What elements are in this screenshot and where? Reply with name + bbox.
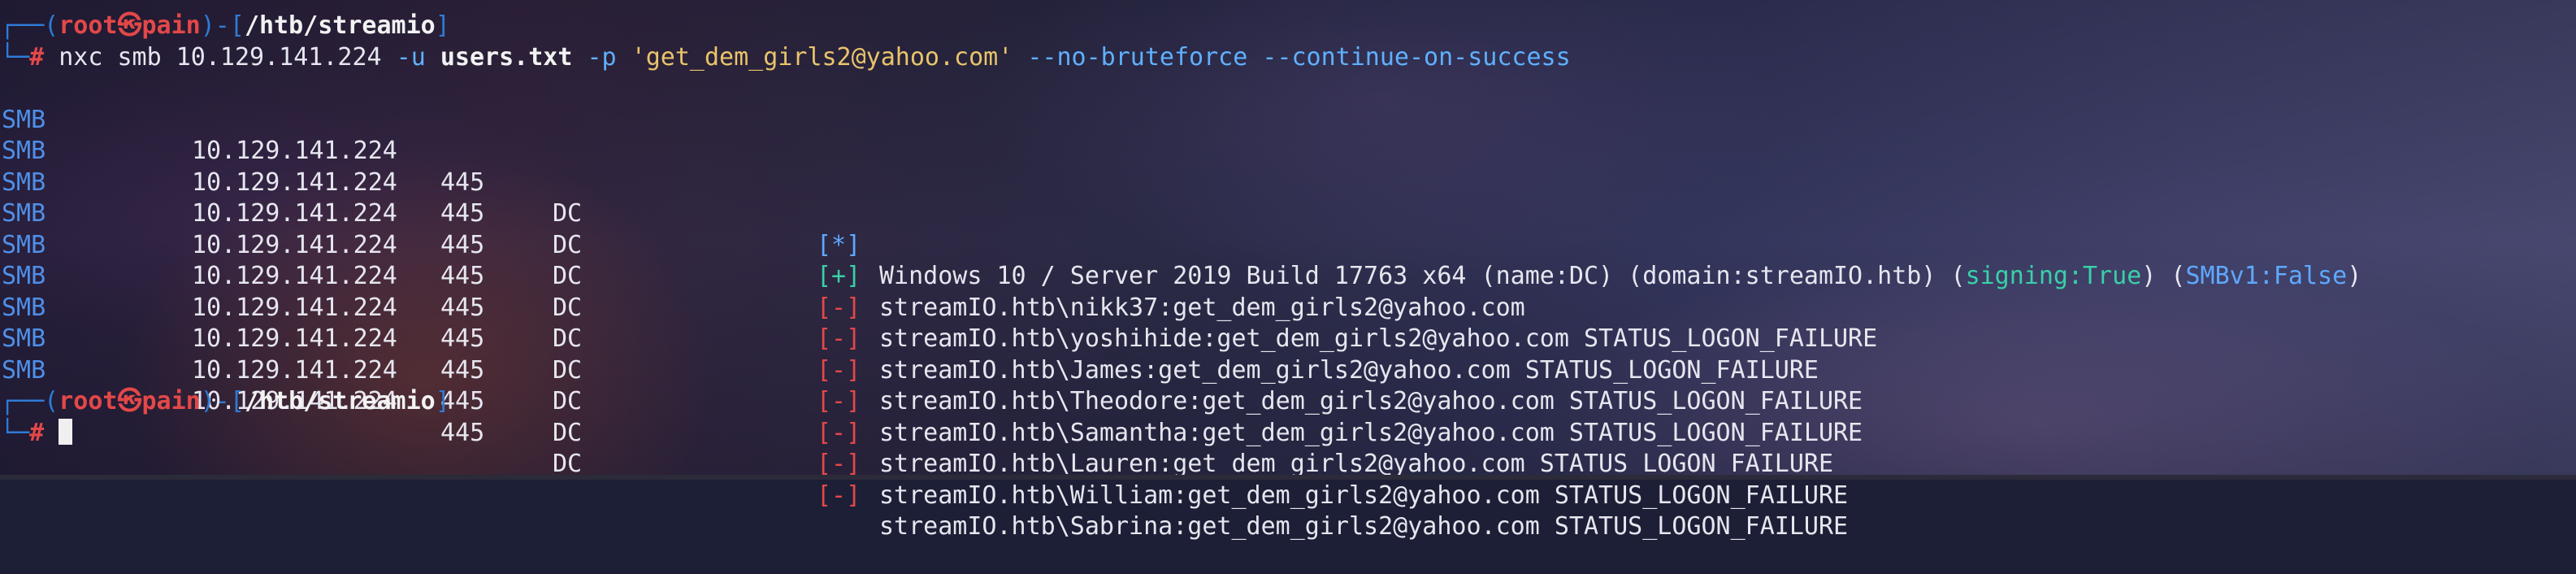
prompt-hash: # xyxy=(29,42,45,72)
prompt-frame-close: ] xyxy=(435,11,450,40)
output-row: SMB 10.129.141.224 445 DC [-] streamIO.h… xyxy=(0,230,2576,447)
command-flag-nobruteforce: --no-bruteforce xyxy=(1027,42,1248,72)
command-password: 'get_dem_girls2@yahoo.com' xyxy=(631,42,1013,72)
output-row: SMB 10.129.141.224 445 DC [+] streamIO.h… xyxy=(0,105,2576,322)
prompt-frame: ┌──( xyxy=(0,11,59,40)
output-row: SMB 10.129.141.224 445 DC [-] streamIO.h… xyxy=(0,293,2576,510)
prompt-host: pain xyxy=(141,387,201,415)
output-message: streamIO.htb\William:get_dem_girls2@yaho… xyxy=(879,481,1849,510)
prompt-header: ┌──(root㉿pain)-[/htb/streamio] xyxy=(0,386,2576,418)
output-row: SMB 10.129.141.224 445 DC [-] streamIO.h… xyxy=(0,167,2576,385)
window-bottom-edge xyxy=(0,475,2576,480)
command-line: └─# nxc smb 10.129.141.224 -u users.txt … xyxy=(0,42,2576,74)
command-protocol: smb xyxy=(117,42,162,72)
prompt-header: ┌──(root㉿pain)-[/htb/streamio] xyxy=(0,11,2576,42)
prompt-corner: └─ xyxy=(0,42,30,72)
input-line[interactable]: └─# xyxy=(0,418,2576,450)
prompt-frame-mid: )-[ xyxy=(200,387,245,415)
output-row: SMB 10.129.141.224 445 DC [-] streamIO.h… xyxy=(0,261,2576,479)
prompt-user: root xyxy=(59,11,118,40)
output-row: SMB 10.129.141.224 445 DC [-] streamIO.h… xyxy=(0,324,2576,541)
prompt-frame-close: ] xyxy=(435,387,450,415)
output-row: SMB 10.129.141.224 445 DC [-] streamIO.h… xyxy=(0,198,2576,416)
prompt-host: pain xyxy=(141,11,201,40)
command-flag-continue: --continue-on-success xyxy=(1262,42,1571,72)
prompt-user: root xyxy=(59,387,118,415)
text-cursor[interactable] xyxy=(59,418,73,445)
output-message: streamIO.htb\Sabrina:get_dem_girls2@yaho… xyxy=(879,512,1849,541)
prompt-frame-mid: )-[ xyxy=(200,11,245,40)
command-target: 10.129.141.224 xyxy=(176,42,382,72)
failure-marker: [-] xyxy=(817,481,861,510)
prompt-corner: └─ xyxy=(0,418,30,447)
prompt-cwd: /htb/streamio xyxy=(244,11,436,40)
command-flag-password: -p xyxy=(587,42,617,72)
prompt-cwd: /htb/streamio xyxy=(244,387,436,415)
prompt-hash: # xyxy=(29,418,45,447)
command-users-file: users.txt xyxy=(440,42,573,72)
command-binary: nxc xyxy=(59,42,103,72)
skull-icon: ㉿ xyxy=(117,11,142,40)
output-row: SMB 10.129.141.224 445 DC [*] Windows 10… xyxy=(0,73,2576,291)
command-flag-user: -u xyxy=(396,42,426,72)
output-row: SMB 10.129.141.224 445 DC [-] streamIO.h… xyxy=(0,136,2576,354)
prompt-frame: ┌──( xyxy=(0,387,59,415)
terminal-window[interactable]: ┌──(root㉿pain)-[/htb/streamio] └─# nxc s… xyxy=(0,0,2576,541)
skull-icon: ㉿ xyxy=(117,387,142,415)
